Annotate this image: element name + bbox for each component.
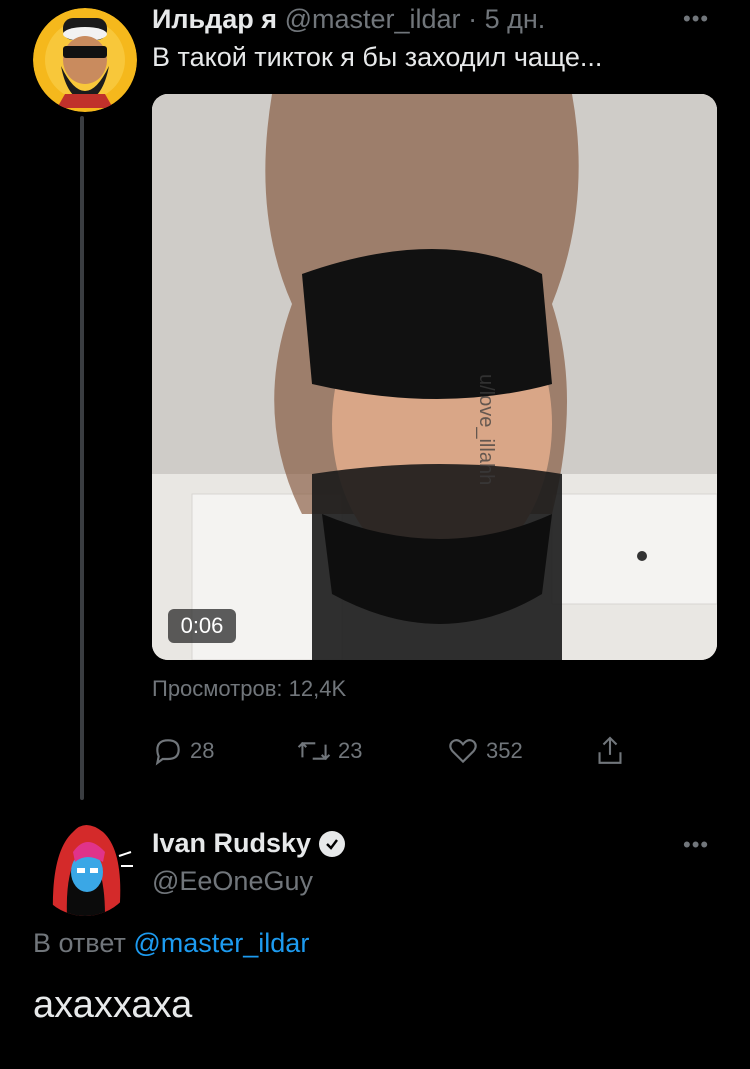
reply-context: В ответ @master_ildar (33, 928, 309, 959)
author-handle[interactable]: @master_ildar (285, 4, 461, 34)
reply-author-name[interactable]: Ivan Rudsky (152, 828, 311, 859)
reply-prefix: В ответ (33, 928, 126, 958)
reply-author-handle[interactable]: @EeOneGuy (152, 866, 313, 897)
tweet-header: Ильдар я @master_ildar · 5 дн. (152, 4, 545, 35)
like-button[interactable]: 352 (446, 734, 523, 768)
like-count: 352 (486, 738, 523, 763)
verified-badge-icon (319, 830, 346, 857)
thread-line (80, 116, 84, 800)
share-icon (598, 736, 622, 764)
author-name[interactable]: Ильдар я (152, 4, 277, 34)
tweet-text: В такой тикток я бы заходил чаще... (152, 42, 603, 72)
share-button[interactable] (594, 734, 626, 768)
video-duration-badge: 0:06 (168, 609, 236, 643)
tweet-video[interactable]: u/love_illahh (152, 94, 717, 660)
video-watermark: u/love_illahh (475, 374, 497, 486)
heart-icon (449, 739, 477, 764)
retweet-button[interactable]: 23 (296, 734, 362, 768)
reply-button[interactable]: 28 (152, 734, 214, 768)
reply-to-link[interactable]: @master_ildar (133, 928, 309, 958)
retweet-icon (297, 741, 331, 761)
retweet-count: 23 (338, 738, 363, 763)
separator-dot: · (468, 4, 478, 34)
avatar-master-ildar[interactable] (33, 8, 137, 112)
reply-count: 28 (190, 738, 215, 763)
avatar-eeoneguy[interactable] (33, 812, 137, 916)
reply-icon (155, 739, 180, 766)
reply-text: ахаххаха (33, 984, 193, 1026)
more-options-icon[interactable]: ••• (683, 6, 709, 32)
view-count: Просмотров: 12,4K (152, 676, 347, 701)
video-frame (152, 94, 717, 660)
reply-more-options-icon[interactable]: ••• (683, 832, 709, 858)
reply-header: Ivan Rudsky (152, 828, 346, 859)
tweet-age[interactable]: 5 дн. (485, 4, 546, 34)
